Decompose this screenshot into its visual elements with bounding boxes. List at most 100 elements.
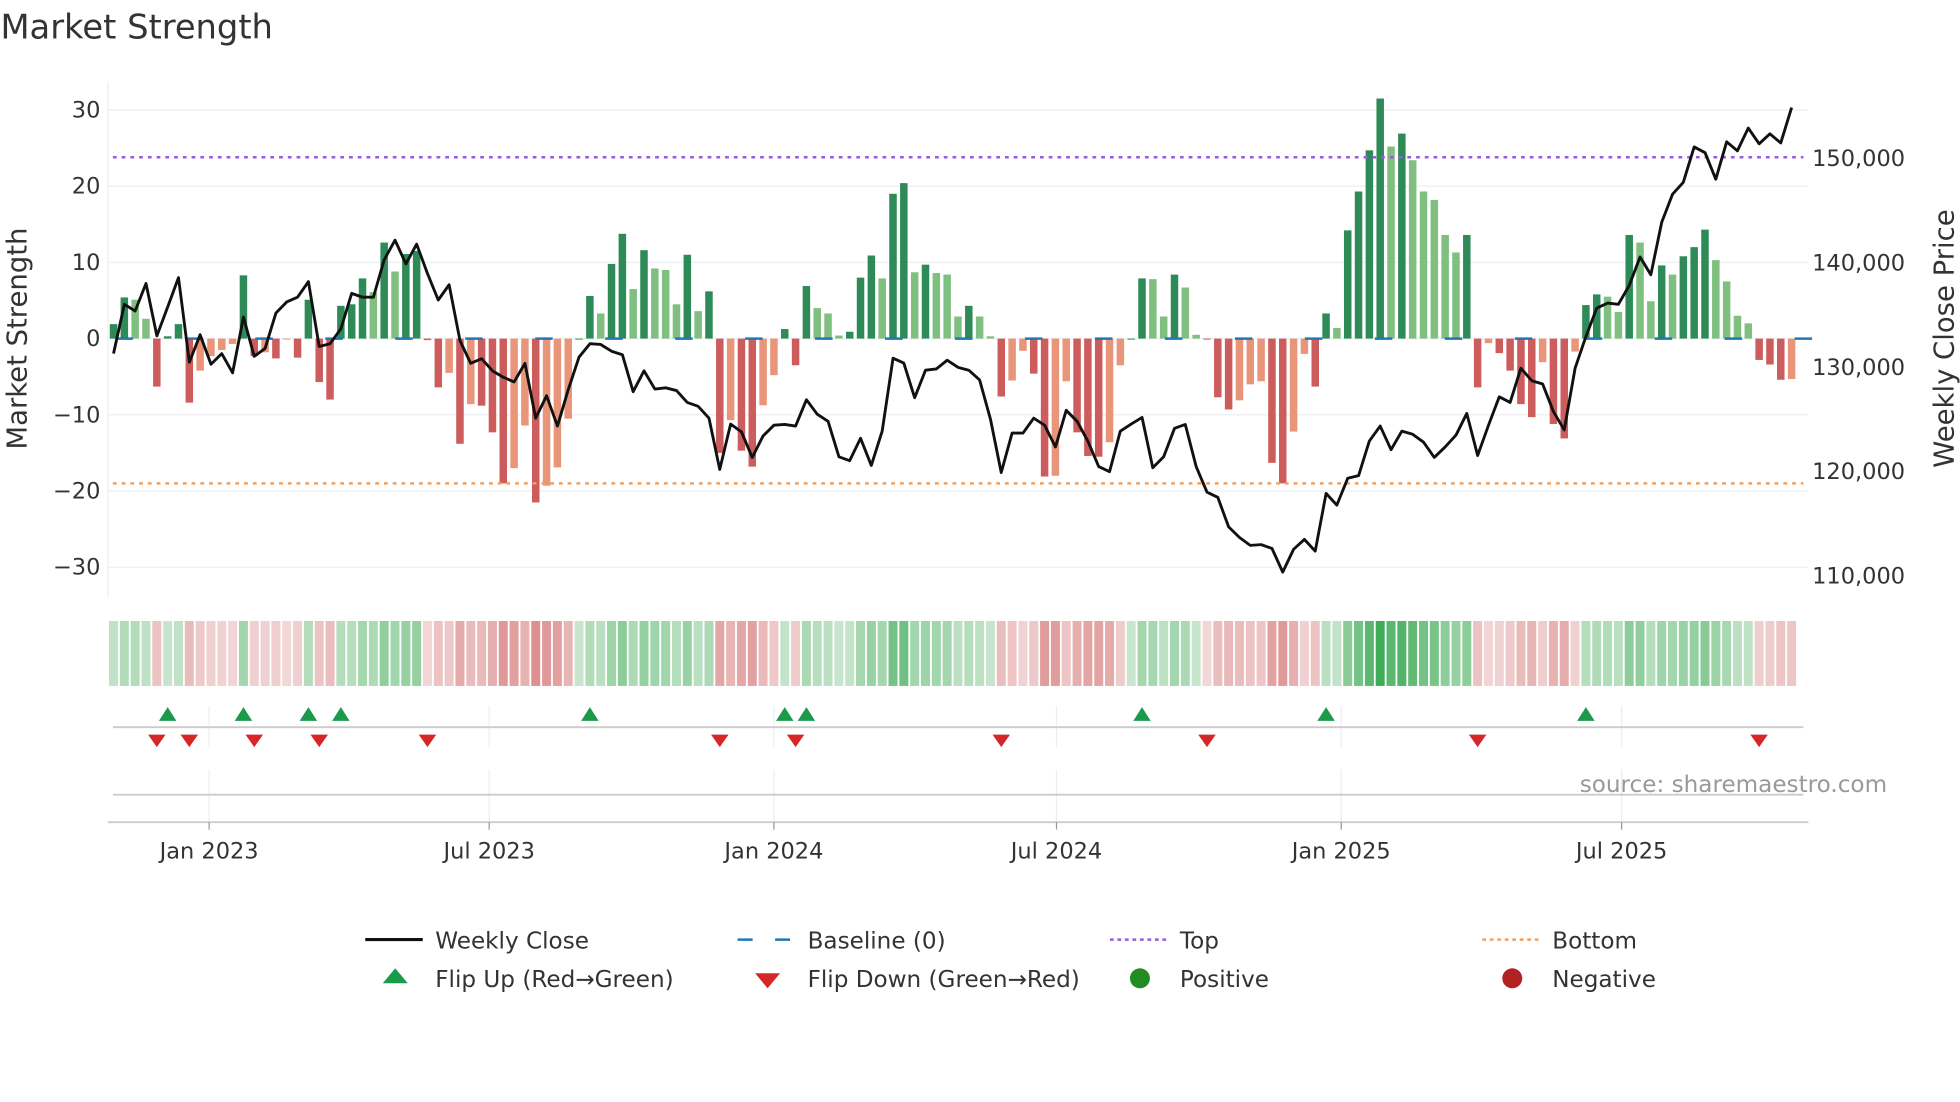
strength-bar <box>1376 98 1384 339</box>
strength-bar <box>672 304 681 339</box>
heat-cell <box>1040 620 1050 686</box>
x-tick-label: Jul 2025 <box>1574 838 1667 864</box>
heat-cell <box>1375 620 1385 686</box>
legend-item-negative: Negative <box>1502 967 1656 993</box>
strength-bar <box>1452 252 1460 339</box>
flip-down-marker <box>1468 734 1487 748</box>
heat-cell <box>780 620 790 686</box>
heat-cell <box>1516 620 1526 686</box>
x-axis-ticks: Jan 2023 Jul 2023 Jan 2024 Jul 2024 Jan 2025… <box>158 822 1667 864</box>
heat-cell <box>726 620 736 686</box>
strength-bar <box>282 338 291 340</box>
heat-cell <box>845 620 855 686</box>
heat-cell <box>347 620 357 686</box>
strength-bar <box>1094 338 1103 457</box>
flip-up-marker <box>797 707 816 721</box>
strength-bar <box>326 338 334 400</box>
heat-cell <box>1094 620 1104 686</box>
heat-cell <box>1364 620 1374 686</box>
heat-cell <box>303 620 313 686</box>
strength-bar <box>1300 338 1309 354</box>
legend-label: Positive <box>1180 967 1269 993</box>
heat-cell <box>1159 620 1169 686</box>
heat-cell <box>596 620 606 686</box>
strength-bar <box>910 272 919 339</box>
strength-bar <box>1701 229 1709 339</box>
strength-bar <box>1192 334 1200 339</box>
flip-down-marker <box>180 734 199 748</box>
heat-cell <box>228 620 238 686</box>
heat-cell <box>1018 620 1028 686</box>
heat-cell <box>390 620 400 686</box>
chart-title: Market Strength <box>0 8 272 47</box>
strength-bar <box>661 270 670 339</box>
strength-bar <box>142 318 150 339</box>
right-axis-ticks: 150,000 140,000 130,000 120,000 110,000 <box>1812 146 1905 589</box>
strength-bar <box>1408 160 1417 339</box>
flip-down-marker <box>310 734 328 748</box>
heat-cell <box>942 620 952 686</box>
y-tick-label: −20 <box>53 479 100 505</box>
heat-cell <box>368 620 378 686</box>
heat-cell <box>1072 620 1082 686</box>
strength-bar <box>1657 265 1666 339</box>
heat-cell <box>628 620 638 686</box>
heat-cell <box>422 620 432 686</box>
heat-cell <box>1256 620 1266 686</box>
strength-bar <box>943 274 951 339</box>
strength-bar <box>586 295 594 339</box>
strength-bar <box>770 338 778 376</box>
heat-cell <box>433 620 443 686</box>
heat-cell <box>801 620 811 686</box>
heat-cell <box>358 620 368 686</box>
heat-cell <box>498 620 508 686</box>
strength-bar <box>467 338 475 405</box>
heat-cell <box>1061 620 1071 686</box>
strength-bar <box>1484 338 1493 344</box>
strength-bar <box>835 335 843 339</box>
heat-cell <box>466 620 476 686</box>
heat-cell <box>1527 620 1537 686</box>
heat-cell <box>1267 620 1277 686</box>
heat-cell <box>1635 620 1645 686</box>
heat-cell <box>293 620 303 686</box>
heat-cell <box>412 620 422 686</box>
heat-cell <box>1289 620 1299 686</box>
strength-bar <box>1105 338 1114 443</box>
legend-item-flip-up: Flip Up (Red→Green) <box>382 967 674 993</box>
strength-bar <box>1224 338 1233 410</box>
y2-axis-label: Weekly Close Price <box>1928 209 1960 467</box>
strength-bar <box>1354 191 1363 339</box>
y-tick-label: −10 <box>53 402 100 428</box>
strength-bar <box>1571 338 1579 352</box>
heat-cell <box>238 620 248 686</box>
strength-bar <box>575 338 583 340</box>
source-label: source: sharemaestro.com <box>1580 772 1887 798</box>
heat-cell <box>910 620 920 686</box>
flip-down-marker <box>1750 734 1768 748</box>
heat-cell <box>769 620 779 686</box>
heat-cell <box>996 620 1006 686</box>
heat-cell <box>931 620 941 686</box>
strength-bar <box>954 316 962 339</box>
heat-cell <box>704 620 714 686</box>
heat-cell <box>1722 620 1732 686</box>
heat-cell <box>877 620 887 686</box>
heat-cell <box>1105 620 1115 686</box>
heat-cell <box>1408 620 1418 686</box>
heat-cell <box>1689 620 1699 686</box>
heat-cell <box>1570 620 1580 686</box>
heat-cell <box>682 620 692 686</box>
circle-icon <box>1129 968 1150 989</box>
strength-bar <box>347 304 356 339</box>
heat-cell <box>1115 620 1125 686</box>
legend-label: Baseline (0) <box>808 928 946 954</box>
strength-bar <box>651 268 659 339</box>
heat-cell <box>1657 620 1667 686</box>
strength-bar <box>596 313 605 339</box>
strength-bar <box>607 263 616 339</box>
heat-cell <box>585 620 595 686</box>
strength-bar <box>1051 338 1060 476</box>
heat-cell <box>1581 620 1591 686</box>
heat-cell <box>1754 620 1764 686</box>
